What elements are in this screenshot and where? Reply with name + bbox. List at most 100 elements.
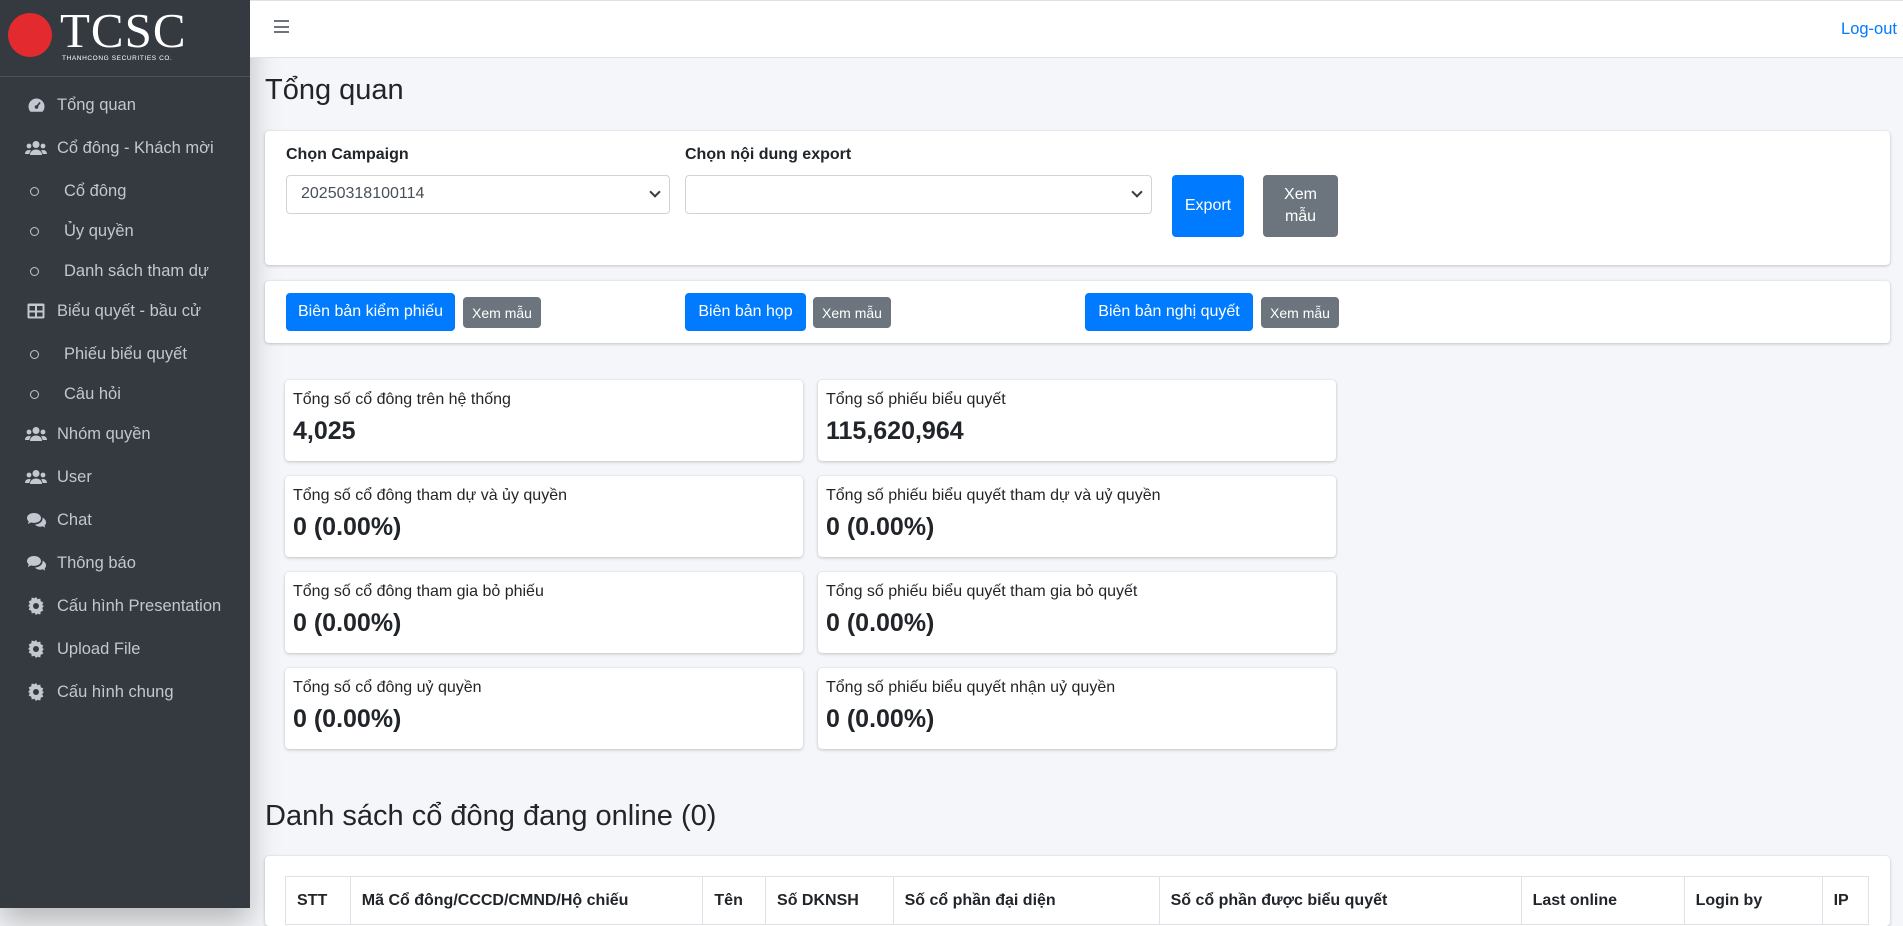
chevron-down-icon: [649, 186, 661, 198]
page-title: Tổng quan: [265, 74, 404, 106]
stat-value: 0 (0.00%): [826, 609, 935, 637]
stat-label: Tổng số phiếu biểu quyết: [826, 391, 1006, 408]
export-button[interactable]: Export: [1172, 175, 1244, 237]
bien-ban-nghi-quyet-button[interactable]: Biên bản nghị quyết: [1085, 293, 1253, 331]
sidebar-item-co-dong[interactable]: Cổ đông: [0, 171, 250, 211]
stat-box-attending-shareholders: Tổng số cổ đông tham dự và ủy quyền 0 (0…: [285, 476, 803, 557]
stat-value: 0 (0.00%): [293, 705, 402, 733]
column-header-ma-co-dong[interactable]: Mã Cổ đông/CCCD/CMND/Hộ chiếu: [349, 876, 704, 925]
top-navbar: Log-out: [250, 0, 1903, 58]
bien-ban-nghi-quyet-preview-button[interactable]: Xem mẫu: [1261, 297, 1339, 328]
online-shareholders-table: STT Mã Cổ đông/CCCD/CMND/Hộ chiếu Tên Số…: [285, 876, 1870, 925]
stat-label: Tổng số phiếu biểu quyết nhận uỷ quyền: [826, 679, 1116, 696]
sidebar-item-phieu-bieu-quyet[interactable]: Phiếu biểu quyết: [0, 334, 250, 374]
stat-box-voting-shareholders: Tổng số cổ đông tham gia bỏ phiếu 0 (0.0…: [285, 572, 803, 653]
sidebar-item-label: Cổ đông: [64, 181, 127, 200]
column-header-so-co-phan-dai-dien[interactable]: Số cổ phần đại diện: [892, 876, 1160, 925]
sidebar-item-user[interactable]: User: [0, 457, 250, 497]
gear-icon: [25, 595, 47, 617]
sidebar-item-cau-hinh-presentation[interactable]: Cấu hình Presentation: [0, 586, 250, 626]
users-icon: [25, 137, 47, 159]
sidebar-item-tong-quan[interactable]: Tổng quan: [0, 85, 250, 125]
circle-icon: [28, 180, 40, 202]
sidebar-item-nhom-quyen[interactable]: Nhóm quyền: [0, 414, 250, 454]
brand-logo[interactable]: TCSC THANHCONG SECURITIES CO.: [0, 0, 250, 77]
sidebar-item-label: Cấu hình Presentation: [57, 596, 222, 615]
export-content-label: Chọn nội dung export: [685, 146, 852, 163]
hamburger-menu-icon[interactable]: [274, 20, 289, 34]
gear-icon: [25, 638, 47, 660]
stat-label: Tổng số cổ đông uỷ quyền: [293, 679, 482, 696]
export-content-select[interactable]: [685, 175, 1152, 214]
online-shareholders-title: Danh sách cổ đông đang online (0): [265, 800, 717, 832]
stat-box-attending-votes: Tổng số phiếu biểu quyết tham dự và uỷ q…: [818, 476, 1336, 557]
brand-name: TCSC: [60, 3, 187, 58]
sidebar-item-bieu-quyet-bau-cu[interactable]: Biểu quyết - bầu cử: [0, 291, 250, 331]
bien-ban-kiem-phieu-button[interactable]: Biên bản kiểm phiếu: [286, 293, 455, 331]
sidebar-item-label: Cấu hình chung: [57, 682, 174, 701]
column-header-ip[interactable]: IP: [1821, 876, 1870, 925]
sidebar-item-label: Cổ đông - Khách mời: [57, 138, 214, 157]
sidebar-item-label: Danh sách tham dự: [64, 261, 209, 280]
sidebar-item-label: Biểu quyết - bầu cử: [57, 301, 202, 320]
table-header-row: STT Mã Cổ đông/CCCD/CMND/Hộ chiếu Tên Số…: [285, 876, 1870, 925]
stat-value: 0 (0.00%): [293, 513, 402, 541]
sidebar-item-cau-hinh-chung[interactable]: Cấu hình chung: [0, 672, 250, 712]
reports-panel: Biên bản kiểm phiếu Xem mẫu Biên bản họp…: [265, 281, 1890, 343]
circle-icon: [28, 383, 40, 405]
column-header-last-online[interactable]: Last online: [1520, 876, 1685, 925]
sidebar-item-co-dong-khach-moi[interactable]: Cổ đông - Khách mời: [0, 128, 250, 168]
stat-label: Tổng số phiếu biểu quyết tham dự và uỷ q…: [826, 487, 1161, 504]
sidebar-item-chat[interactable]: Chat: [0, 500, 250, 540]
column-header-stt[interactable]: STT: [285, 876, 351, 925]
export-panel: Chọn Campaign 20250318100114 Chọn nội du…: [265, 131, 1890, 265]
dashboard-icon: [25, 94, 47, 116]
stat-value: 115,620,964: [826, 417, 964, 445]
sidebar-item-label: Nhóm quyền: [57, 424, 151, 443]
comments-icon: [25, 552, 47, 574]
column-header-login-by[interactable]: Login by: [1683, 876, 1823, 925]
stat-label: Tổng số cổ đông tham dự và ủy quyền: [293, 487, 567, 504]
sidebar-item-upload-file[interactable]: Upload File: [0, 629, 250, 669]
sidebar-item-label: Tổng quan: [57, 95, 136, 114]
bien-ban-kiem-phieu-preview-button[interactable]: Xem mẫu: [463, 297, 541, 328]
sidebar-item-cau-hoi[interactable]: Câu hỏi: [0, 374, 250, 414]
circle-icon: [28, 220, 40, 242]
bien-ban-hop-button[interactable]: Biên bản họp: [685, 293, 806, 331]
logo-dot-icon: [8, 13, 52, 57]
sidebar-item-uy-quyen[interactable]: Ủy quyền: [0, 211, 250, 251]
users-icon: [25, 423, 47, 445]
table-icon: [25, 300, 47, 322]
sidebar-item-label: Chat: [57, 510, 92, 529]
preview-template-button[interactable]: Xem mẫu: [1263, 175, 1338, 237]
campaign-select[interactable]: 20250318100114: [286, 175, 670, 214]
circle-icon: [28, 260, 40, 282]
sidebar-item-label: Phiếu biểu quyết: [64, 344, 187, 363]
sidebar-item-thong-bao[interactable]: Thông báo: [0, 543, 250, 583]
column-header-ten[interactable]: Tên: [702, 876, 767, 925]
stat-box-total-votes: Tổng số phiếu biểu quyết 115,620,964: [818, 380, 1336, 461]
users-icon: [25, 466, 47, 488]
chevron-down-icon: [1131, 186, 1143, 198]
stat-box-voting-votes: Tổng số phiếu biểu quyết tham gia bỏ quy…: [818, 572, 1336, 653]
sidebar-item-label: User: [57, 467, 92, 486]
stat-value: 4,025: [293, 417, 356, 445]
sidebar-item-label: Thông báo: [57, 553, 136, 572]
stat-box-total-shareholders: Tổng số cổ đông trên hệ thống 4,025: [285, 380, 803, 461]
campaign-select-value: 20250318100114: [301, 185, 425, 202]
sidebar: TCSC THANHCONG SECURITIES CO. Tổng quan …: [0, 0, 250, 908]
column-header-so-dknsh[interactable]: Số DKNSH: [765, 876, 894, 925]
logout-link[interactable]: Log-out: [1841, 20, 1897, 39]
sidebar-item-danh-sach-tham-du[interactable]: Danh sách tham dự: [0, 251, 250, 291]
bien-ban-hop-preview-button[interactable]: Xem mẫu: [813, 297, 891, 328]
comments-icon: [25, 509, 47, 531]
stat-value: 0 (0.00%): [826, 513, 935, 541]
stat-value: 0 (0.00%): [826, 705, 935, 733]
gear-icon: [25, 681, 47, 703]
online-shareholders-table-card: STT Mã Cổ đông/CCCD/CMND/Hộ chiếu Tên Số…: [265, 856, 1890, 926]
stat-value: 0 (0.00%): [293, 609, 402, 637]
stat-label: Tổng số cổ đông trên hệ thống: [293, 391, 511, 408]
column-header-so-co-phan-bieu-quyet[interactable]: Số cổ phần được biểu quyết: [1158, 876, 1522, 925]
campaign-label: Chọn Campaign: [286, 146, 409, 163]
stat-label: Tổng số phiếu biểu quyết tham gia bỏ quy…: [826, 583, 1138, 600]
